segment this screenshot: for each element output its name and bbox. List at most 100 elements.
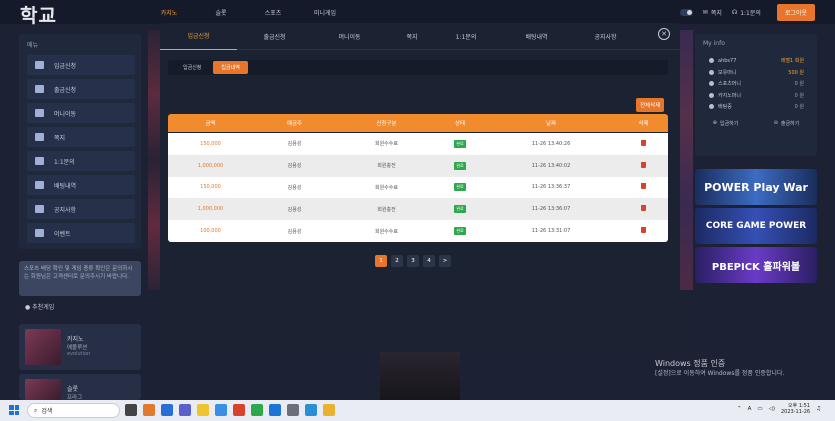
- trash-icon[interactable]: [641, 227, 646, 234]
- tab-support[interactable]: 1:1문의: [437, 23, 495, 50]
- folder-icon[interactable]: [197, 404, 209, 416]
- tab-money-transfer[interactable]: 머니이동: [312, 23, 387, 50]
- refresh-icon: [709, 104, 714, 110]
- task-view-icon[interactable]: [125, 404, 137, 416]
- game-thumbnail: [25, 329, 61, 365]
- left-menu: 메뉴 입금신청 출금신청 머니이동 쪽지 1:1문의 배팅내역 공지사항 이벤트: [19, 34, 141, 249]
- tab-deposit[interactable]: 입금신청: [160, 23, 237, 50]
- chevron-up-icon[interactable]: ⌃: [737, 406, 742, 412]
- subtab-deposit-request[interactable]: 입금신청: [175, 61, 209, 74]
- logout-button[interactable]: 로그아웃: [776, 3, 815, 21]
- pagination: 1 2 3 4 >: [375, 255, 451, 267]
- col-delete: 삭제: [638, 121, 649, 127]
- windows-start-icon[interactable]: [9, 405, 19, 415]
- deposit-button[interactable]: ⊕ 입금하기: [713, 120, 739, 127]
- tab-withdraw[interactable]: 출금신청: [237, 23, 312, 50]
- wallet-icon: [709, 69, 714, 75]
- mail-icon: [35, 133, 44, 141]
- game-card-slot[interactable]: 슬롯 프라그: [19, 374, 141, 401]
- info-row-user: ahbs77 레벨1 회원: [695, 55, 817, 67]
- app-icon[interactable]: [269, 404, 281, 416]
- taskbar-apps: [125, 404, 335, 416]
- headset-icon: ☊: [731, 8, 738, 16]
- messages-link[interactable]: ✉ 쪽지: [703, 8, 722, 17]
- tab-bet-history[interactable]: 배팅내역: [495, 23, 578, 50]
- search-icon: ⌕: [34, 406, 38, 414]
- status-badge: 완료: [454, 227, 466, 236]
- table-row: 1,000,000 김용성 회원충전 완료 11-26 13:40:02: [168, 154, 668, 177]
- withdraw-button[interactable]: ⊖ 출금하기: [774, 120, 800, 127]
- game-provider: 에볼루션: [67, 345, 88, 351]
- tab-notice[interactable]: 공지사항: [578, 23, 633, 50]
- nav-casino[interactable]: 카지노: [143, 8, 195, 17]
- col-type: 신청구분: [376, 121, 397, 127]
- nav-slot[interactable]: 슬롯: [195, 8, 247, 17]
- trash-icon[interactable]: [641, 205, 646, 212]
- nav-sports[interactable]: 스포츠: [247, 8, 299, 17]
- page-3[interactable]: 3: [407, 255, 419, 267]
- banner-coregame[interactable]: CORE GAME POWER: [695, 208, 817, 244]
- notification-icon[interactable]: ♫: [816, 406, 821, 412]
- top-bar: 학교 카지노 슬롯 스포츠 미니게임 ✉ 쪽지 ☊ 1:1문의 로그아웃: [0, 0, 835, 27]
- chrome-icon[interactable]: [323, 404, 335, 416]
- rss-icon: [35, 229, 44, 237]
- clock[interactable]: 오후 1:51 2023-11-26: [781, 403, 810, 415]
- menu-bet-history[interactable]: 배팅내역: [27, 175, 135, 195]
- tab-messages[interactable]: 쪽지: [387, 23, 437, 50]
- ime-icon[interactable]: A: [748, 406, 752, 412]
- app-icon[interactable]: [287, 404, 299, 416]
- display-icon[interactable]: ▭: [757, 406, 762, 412]
- info-row-casino: 카지노머니 0 원: [695, 90, 817, 102]
- app-icon[interactable]: [305, 404, 317, 416]
- taskbar: ⌕ 검색 ⌃ A ▭ ◁) 오후 1:51 2023-11-26 ♫: [0, 400, 835, 421]
- trash-icon[interactable]: [641, 139, 646, 146]
- col-holder: 예금주: [286, 121, 303, 127]
- menu-support[interactable]: 1:1문의: [27, 151, 135, 171]
- volume-icon[interactable]: ◁): [769, 406, 775, 412]
- table-row: 100,000 김용성 회원수수료 완료 11-26 13:31:07: [168, 220, 668, 242]
- recommend-title: ● 추천게임: [25, 304, 55, 311]
- game-category: 카지노: [67, 336, 84, 343]
- trash-icon[interactable]: [641, 161, 646, 168]
- banner-pbepick[interactable]: PBEPICK 홀파워볼: [695, 247, 817, 283]
- menu-messages[interactable]: 쪽지: [27, 127, 135, 147]
- page-1[interactable]: 1: [375, 255, 387, 267]
- withdraw-icon: ⊖: [773, 120, 778, 126]
- banner-powerplaywar[interactable]: POWER Play War: [695, 169, 817, 205]
- info-row-balance: 보유머니 500 원: [695, 67, 817, 79]
- next-page-button[interactable]: >: [439, 255, 451, 267]
- subtab-deposit-history[interactable]: 입금내역: [213, 61, 248, 74]
- page-4[interactable]: 4: [423, 255, 435, 267]
- theme-toggle[interactable]: [679, 8, 693, 16]
- app-icon[interactable]: [215, 404, 227, 416]
- menu-notice[interactable]: 공지사항: [27, 199, 135, 219]
- support-link[interactable]: ☊ 1:1문의: [732, 8, 761, 17]
- chat-icon: [35, 157, 44, 165]
- deposit-modal: 입금신청 출금신청 머니이동 쪽지 1:1문의 배팅내역 공지사항 ✕ 입금신청…: [160, 23, 680, 351]
- top-right: ✉ 쪽지 ☊ 1:1문의 로그아웃: [679, 0, 835, 24]
- app-icon[interactable]: [143, 404, 155, 416]
- casino-icon: [709, 92, 714, 98]
- close-icon[interactable]: ✕: [658, 28, 670, 40]
- user-icon: [709, 58, 714, 64]
- status-badge: 완료: [454, 161, 466, 170]
- app-icon[interactable]: [251, 404, 263, 416]
- trash-icon[interactable]: [641, 183, 646, 190]
- menu-money-transfer[interactable]: 머니이동: [27, 103, 135, 123]
- delete-all-button[interactable]: 전체삭제: [636, 98, 665, 112]
- menu-withdraw[interactable]: 출금신청: [27, 79, 135, 99]
- nav-minigame[interactable]: 미니게임: [299, 8, 351, 17]
- app-icon[interactable]: [161, 404, 173, 416]
- app-icon[interactable]: [179, 404, 191, 416]
- page-2[interactable]: 2: [391, 255, 403, 267]
- table-body: 150,000 김용성 회원수수료 완료 11-26 13:40:26 1,00…: [168, 133, 668, 242]
- notice-box: 스포츠 배당 확인 및 게임 종류 확인은 문의하시는 회원님은 고객센터로 문…: [19, 261, 141, 296]
- app-icon[interactable]: [233, 404, 245, 416]
- menu-deposit[interactable]: 입금신청: [27, 55, 135, 75]
- site-logo[interactable]: 학교: [20, 1, 57, 28]
- game-card-casino[interactable]: 카지노 에볼루션 evolution: [19, 324, 141, 370]
- menu-event[interactable]: 이벤트: [27, 223, 135, 243]
- col-amount: 금액: [205, 121, 216, 127]
- taskbar-search[interactable]: ⌕ 검색: [27, 403, 120, 418]
- left-menu-title: 메뉴: [27, 42, 39, 49]
